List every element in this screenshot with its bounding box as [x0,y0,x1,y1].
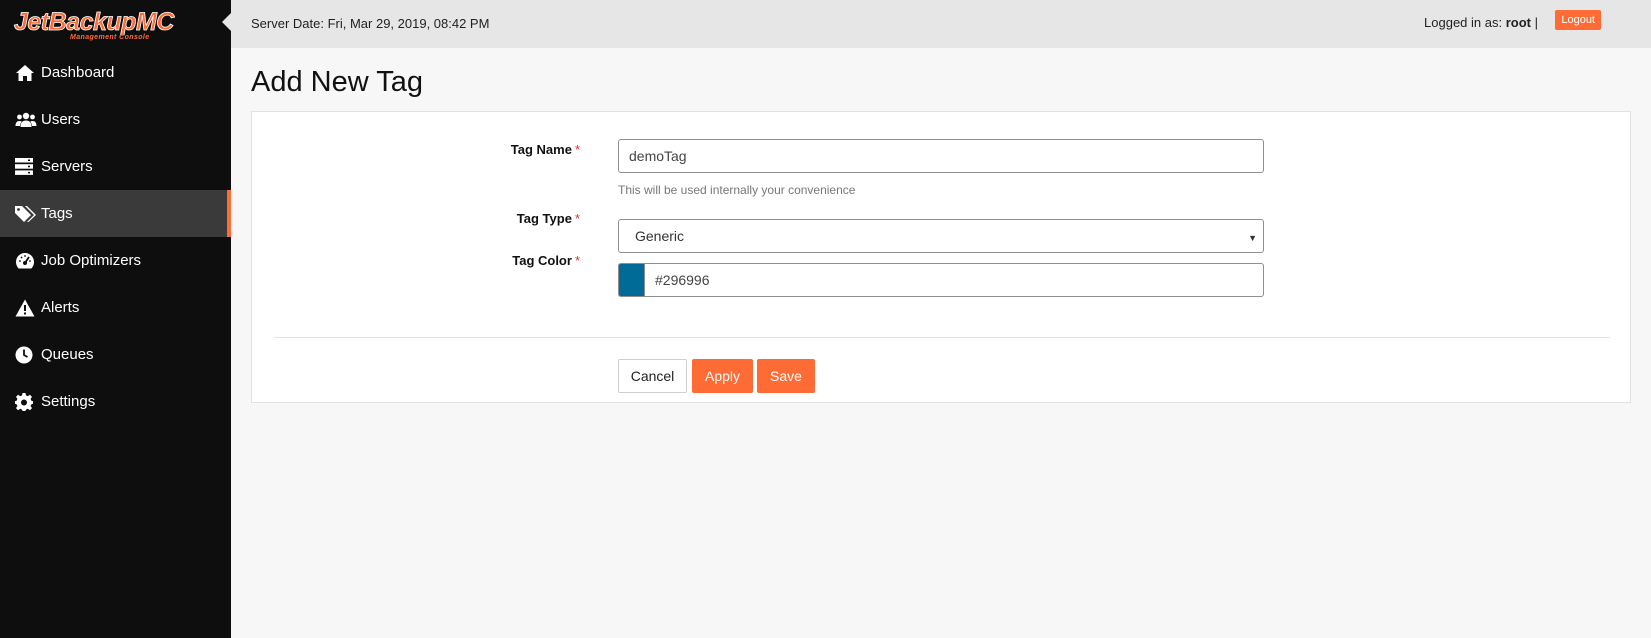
logo-text: JetBackupMC [14,8,175,37]
sidebar-item-alerts[interactable]: Alerts [0,284,231,331]
tag-type-label-text: Tag Type [516,211,572,226]
logged-in-prefix: Logged in as: [1424,15,1506,30]
required-mark: * [574,142,580,157]
servers-icon [15,157,37,177]
tag-name-label-text: Tag Name [510,142,572,157]
apply-button[interactable]: Apply [692,359,753,393]
form-divider [274,337,1610,338]
logout-button[interactable]: Logout [1555,10,1601,30]
warning-icon [15,298,37,318]
sidebar-item-label: Dashboard [41,64,115,81]
cancel-button[interactable]: Cancel [618,359,687,393]
sidebar-item-settings[interactable]: Settings [0,378,231,425]
sidebar-item-queues[interactable]: Queues [0,331,231,378]
gear-icon [15,392,37,412]
sidebar: JetBackupMC Management Console Dashboard… [0,0,231,638]
tag-name-help: This will be used internally your conven… [618,183,856,197]
tag-name-input[interactable]: demoTag [618,139,1264,173]
tag-color-value: #296996 [655,272,710,288]
app-logo[interactable]: JetBackupMC Management Console [14,8,219,41]
sidebar-item-job-optimizers[interactable]: Job Optimizers [0,237,231,284]
username: root [1505,15,1531,30]
tag-type-select[interactable]: Generic ▼ [618,219,1264,253]
sidebar-nav: Dashboard Users Servers Tags Job Optimiz… [0,49,231,425]
required-mark: * [574,211,580,226]
tag-color-label-text: Tag Color [512,253,572,268]
sidebar-item-users[interactable]: Users [0,96,231,143]
sidebar-item-dashboard[interactable]: Dashboard [0,49,231,96]
logged-in-info: Logged in as: root | [1424,15,1538,30]
sidebar-item-servers[interactable]: Servers [0,143,231,190]
logo-subtitle: Management Console [70,34,150,41]
sidebar-item-tags[interactable]: Tags [0,190,231,237]
tag-color-label: Tag Color * [380,253,580,268]
required-mark: * [574,253,580,268]
tag-name-value: demoTag [629,148,687,164]
gauge-icon [15,251,37,271]
sidebar-item-label: Tags [41,205,73,222]
tag-type-selected: Generic [635,228,685,244]
sidebar-item-label: Users [41,111,81,128]
sidebar-item-label: Servers [41,158,93,175]
tag-name-label: Tag Name * [380,142,580,157]
tags-icon [15,204,37,224]
top-header: Server Date: Fri, Mar 29, 2019, 08:42 PM… [231,0,1651,48]
home-icon [15,63,37,83]
separator: | [1531,15,1538,30]
color-swatch[interactable] [618,263,644,297]
users-icon [15,110,37,130]
save-button[interactable]: Save [757,359,815,393]
page-title: Add New Tag [251,66,423,98]
server-date: Server Date: Fri, Mar 29, 2019, 08:42 PM [251,16,490,31]
caret-down-icon: ▼ [1248,233,1257,243]
sidebar-item-label: Queues [41,346,94,363]
tag-color-input[interactable]: #296996 [644,263,1264,297]
tag-form-card: Tag Name * demoTag This will be used inte… [251,111,1631,403]
clock-icon [15,345,37,365]
sidebar-item-label: Job Optimizers [41,252,142,269]
tag-type-label: Tag Type * [380,211,580,226]
sidebar-item-label: Alerts [41,299,80,316]
sidebar-item-label: Settings [41,393,96,410]
